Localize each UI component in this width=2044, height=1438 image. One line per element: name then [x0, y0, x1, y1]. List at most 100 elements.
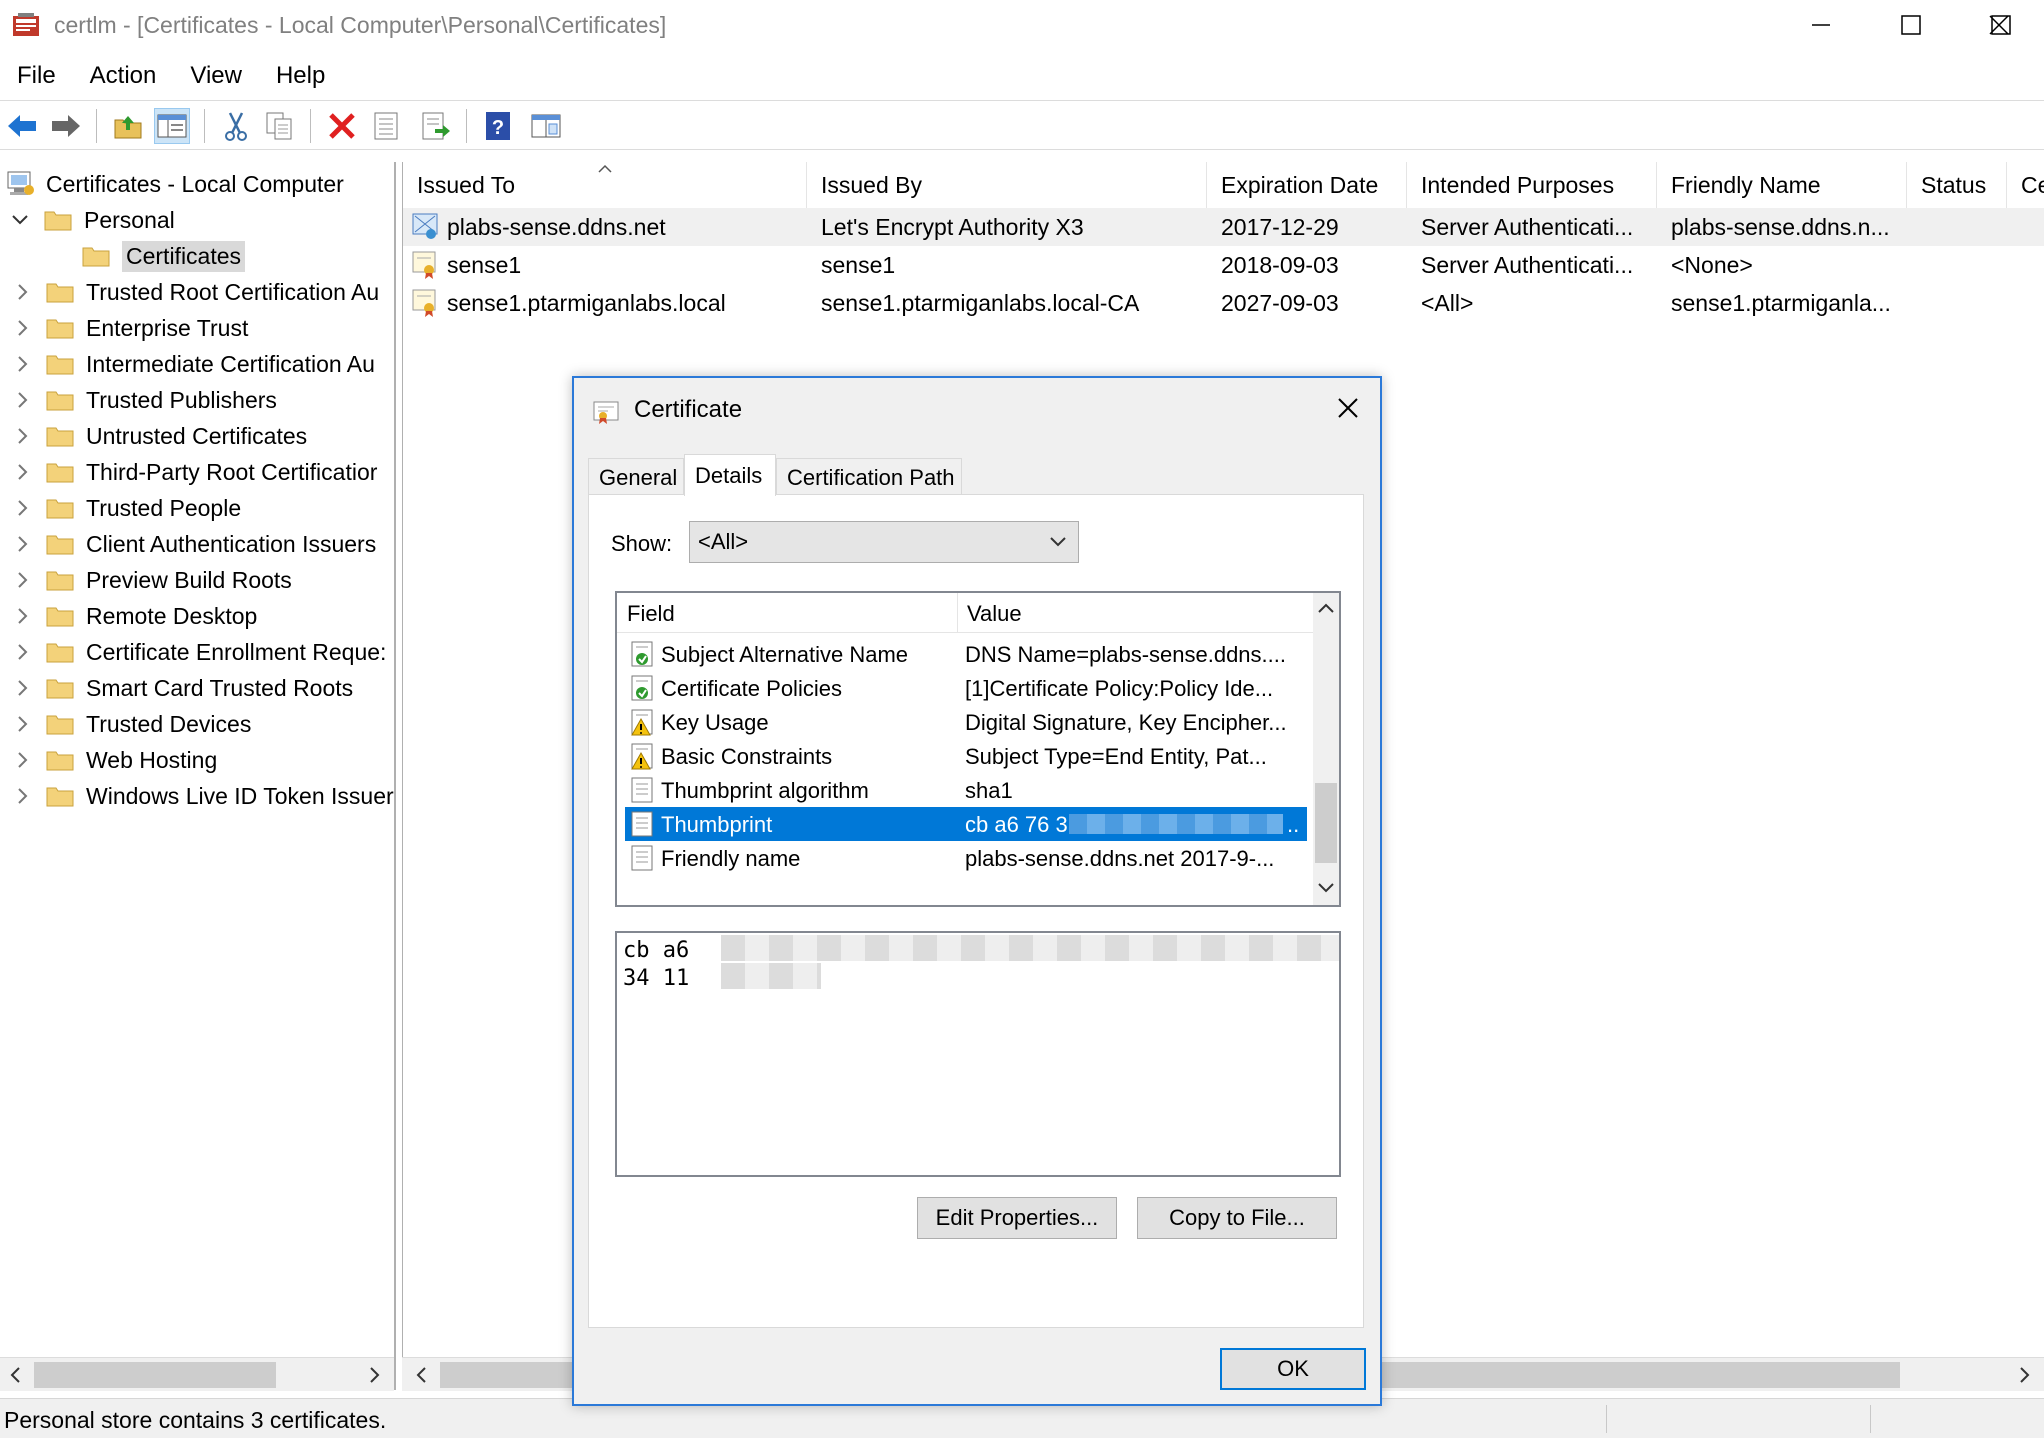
field-row[interactable]: Thumbprint algorithm sha1: [625, 773, 1307, 807]
tree-item-label: Web Hosting: [86, 746, 218, 773]
field-list-scrollbar[interactable]: [1313, 593, 1339, 905]
scrollbar-thumb[interactable]: [1315, 783, 1337, 863]
field-row[interactable]: Subject Alternative Name DNS Name=plabs-s…: [625, 637, 1307, 671]
property-icon: [629, 810, 657, 838]
tree-root[interactable]: Certificates - Local Computer: [6, 166, 344, 202]
close-button[interactable]: [1954, 0, 2044, 50]
column-ce[interactable]: Ce: [2007, 162, 2044, 208]
tree-horizontal-scrollbar[interactable]: [0, 1357, 394, 1391]
column-status[interactable]: Status: [1907, 162, 2007, 208]
tree-item[interactable]: Trusted Publishers: [12, 382, 277, 418]
menu-file[interactable]: File: [0, 58, 73, 98]
tree-item[interactable]: Web Hosting: [12, 742, 217, 778]
cell-issued-by: Let's Encrypt Authority X3: [821, 213, 1084, 240]
field-row[interactable]: Key Usage Digital Signature, Key Encipher…: [625, 705, 1307, 739]
tree-item[interactable]: Third-Party Root Certificatior: [12, 454, 377, 490]
chevron-right-icon[interactable]: [12, 390, 32, 410]
ellipsis: ..: [1287, 812, 1300, 837]
chevron-right-icon[interactable]: [12, 318, 32, 338]
cell-expiration: 2017-12-29: [1221, 213, 1339, 240]
edit-properties-button[interactable]: Edit Properties...: [917, 1197, 1117, 1239]
tree-item[interactable]: Certificate Enrollment Reque:: [12, 634, 386, 670]
field-column-header[interactable]: Field: [627, 601, 675, 627]
column-expiration-date-label: Expiration Date: [1221, 171, 1379, 198]
copy-button[interactable]: [262, 108, 298, 144]
tree-item[interactable]: Preview Build Roots: [12, 562, 292, 598]
show-dropdown[interactable]: <All>: [689, 521, 1079, 563]
show-dropdown-value: <All>: [698, 529, 749, 554]
delete-button[interactable]: [324, 108, 360, 144]
tree-item[interactable]: Smart Card Trusted Roots: [12, 670, 353, 706]
export-list-button[interactable]: [418, 108, 454, 144]
ok-button[interactable]: OK: [1220, 1348, 1366, 1390]
copy-to-file-button[interactable]: Copy to File...: [1137, 1197, 1337, 1239]
forward-button[interactable]: [48, 108, 84, 144]
certificate-row[interactable]: sense1 sense1 2018-09-03 Server Authenticat…: [403, 246, 2044, 284]
tree-item[interactable]: Remote Desktop: [12, 598, 257, 634]
redacted-thumbprint: [1069, 814, 1283, 834]
column-expiration-date[interactable]: Expiration Date: [1207, 162, 1407, 208]
up-one-level-button[interactable]: [110, 108, 146, 144]
chevron-right-icon[interactable]: [12, 498, 32, 518]
tree-item[interactable]: Client Authentication Issuers: [12, 526, 376, 562]
column-issued-by[interactable]: Issued By: [807, 162, 1207, 208]
column-intended-purposes[interactable]: Intended Purposes: [1407, 162, 1657, 208]
field-value-box[interactable]: cb a6 34 11: [615, 931, 1341, 1177]
chevron-right-icon[interactable]: [12, 750, 32, 770]
field-row[interactable]: Thumbprint cb a6 76 3..: [625, 807, 1307, 841]
field-row[interactable]: Certificate Policies [1]Certificate Polic…: [625, 671, 1307, 705]
tree-item[interactable]: Intermediate Certification Au: [12, 346, 375, 382]
cut-button[interactable]: [218, 108, 254, 144]
tab-general[interactable]: General: [588, 458, 684, 496]
chevron-right-icon[interactable]: [12, 426, 32, 446]
chevron-right-icon[interactable]: [12, 642, 32, 662]
column-friendly-name[interactable]: Friendly Name: [1657, 162, 1907, 208]
tree-item[interactable]: Trusted People: [12, 490, 241, 526]
minimize-button[interactable]: [1776, 0, 1866, 50]
chevron-right-icon[interactable]: [12, 606, 32, 626]
tree-item[interactable]: Windows Live ID Token Issuer: [12, 778, 394, 814]
tree-item-personal[interactable]: Personal: [10, 202, 175, 238]
column-issued-to[interactable]: Issued To: [403, 162, 807, 208]
help-button[interactable]: ?: [480, 108, 516, 144]
chevron-right-icon[interactable]: [12, 534, 32, 554]
chevron-right-icon[interactable]: [12, 462, 32, 482]
tree-item[interactable]: Trusted Devices: [12, 706, 251, 742]
tab-details[interactable]: Details: [684, 454, 776, 496]
field-row[interactable]: Friendly name plabs-sense.ddns.net 2017-9…: [625, 841, 1307, 875]
show-console-button[interactable]: [528, 108, 564, 144]
field-row[interactable]: Basic Constraints Subject Type=End Entity…: [625, 739, 1307, 773]
field-name: Basic Constraints: [661, 744, 833, 769]
tree-item-label: Client Authentication Issuers: [86, 530, 377, 557]
scrollbar-thumb[interactable]: [34, 1362, 276, 1388]
close-icon: [1338, 398, 1358, 418]
show-hide-tree-button[interactable]: [154, 108, 190, 144]
tree-item[interactable]: Untrusted Certificates: [12, 418, 307, 454]
tree-item-label: Preview Build Roots: [86, 566, 292, 593]
maximize-button[interactable]: [1866, 0, 1956, 50]
value-column-header[interactable]: Value: [967, 601, 1022, 627]
chevron-right-icon[interactable]: [12, 714, 32, 734]
tree-item[interactable]: Trusted Root Certification Au: [12, 274, 379, 310]
certificate-row[interactable]: plabs-sense.ddns.net Let's Encrypt Author…: [403, 208, 2044, 246]
menu-help[interactable]: Help: [259, 58, 342, 98]
certificate-row[interactable]: sense1.ptarmiganlabs.local sense1.ptarmig…: [403, 284, 2044, 322]
properties-button[interactable]: [368, 108, 404, 144]
field-value: sha1: [965, 778, 1013, 803]
chevron-right-icon[interactable]: [12, 282, 32, 302]
chevron-right-icon[interactable]: [12, 570, 32, 590]
back-button[interactable]: [4, 108, 40, 144]
tab-certification-path[interactable]: Certification Path: [776, 458, 962, 496]
chevron-right-icon[interactable]: [12, 354, 32, 374]
chevron-down-icon[interactable]: [10, 210, 30, 230]
back-arrow-icon: [8, 115, 36, 137]
tree-item-label: Trusted Root Certification Au: [86, 278, 380, 305]
chevron-right-icon[interactable]: [12, 786, 32, 806]
menu-view[interactable]: View: [173, 58, 259, 98]
tree-item[interactable]: Enterprise Trust: [12, 310, 248, 346]
menu-action[interactable]: Action: [73, 58, 174, 98]
properties-icon: [374, 112, 398, 140]
dialog-close-button[interactable]: [1328, 388, 1368, 428]
tree-item-certificates[interactable]: Certificates: [82, 238, 246, 274]
chevron-right-icon[interactable]: [12, 678, 32, 698]
